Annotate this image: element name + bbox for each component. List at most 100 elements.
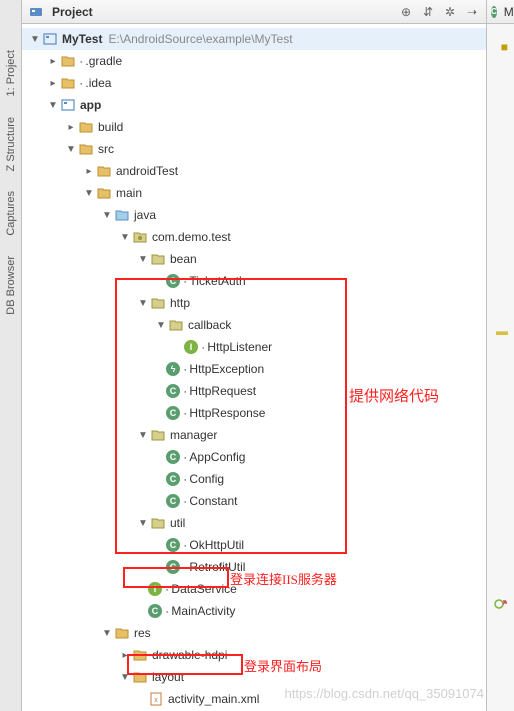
chevron-down-icon[interactable]: ▼ xyxy=(154,318,168,332)
class-icon: C xyxy=(166,472,180,486)
expand-icon[interactable]: ⇵ xyxy=(420,4,436,20)
interface-icon: I xyxy=(148,582,162,596)
tab-structure[interactable]: Z Structure xyxy=(3,107,19,181)
tree-row-main[interactable]: ▼ main xyxy=(22,182,486,204)
chevron-down-icon[interactable]: ▼ xyxy=(100,208,114,222)
resource-folder-icon xyxy=(114,625,130,641)
tree-row-httplistener[interactable]: I ● HttpListener xyxy=(22,336,486,358)
chevron-right-icon[interactable]: ▸ xyxy=(82,164,96,178)
vcs-marker-icon[interactable] xyxy=(494,597,508,611)
annotation-text-login: 登录连接IIS服务器 xyxy=(230,569,337,588)
tree-row-java[interactable]: ▼ java xyxy=(22,204,486,226)
tree-row-package[interactable]: ▼ com.demo.test xyxy=(22,226,486,248)
project-toolbar: ⊕ ⇵ ✲ ➝ xyxy=(398,4,480,20)
class-icon: C xyxy=(166,560,180,574)
class-icon: C xyxy=(166,494,180,508)
chevron-down-icon[interactable]: ▼ xyxy=(136,252,150,266)
tab-project[interactable]: 1: Project xyxy=(3,40,19,107)
tree-row-res[interactable]: ▼ res xyxy=(22,622,486,644)
chevron-down-icon[interactable]: ▼ xyxy=(118,230,132,244)
package-icon xyxy=(168,317,184,333)
chevron-down-icon[interactable]: ▼ xyxy=(46,98,60,112)
target-icon[interactable]: ⊕ xyxy=(398,4,414,20)
tree-row-gradle[interactable]: ▸ ● .gradle xyxy=(22,50,486,72)
tree-row-bean[interactable]: ▼ bean xyxy=(22,248,486,270)
editor-tab-main[interactable]: C Mai xyxy=(487,0,514,24)
chevron-down-icon[interactable]: ▼ xyxy=(136,296,150,310)
package-icon xyxy=(150,295,166,311)
annotation-text-network: 提供网络代码 xyxy=(349,385,439,406)
warning-marker[interactable]: ▬ xyxy=(496,324,508,338)
class-icon: C xyxy=(166,450,180,464)
tree-row-util[interactable]: ▼ util xyxy=(22,512,486,534)
class-icon: C xyxy=(491,6,497,18)
tree-row-androidtest[interactable]: ▸ androidTest xyxy=(22,160,486,182)
chevron-down-icon[interactable]: ▼ xyxy=(82,186,96,200)
tree-row-constant[interactable]: C ● Constant xyxy=(22,490,486,512)
right-editor-strip: C Mai ■ ▬ xyxy=(486,0,514,711)
module-icon xyxy=(60,97,76,113)
interface-icon: I xyxy=(184,340,198,354)
folder-icon xyxy=(96,163,112,179)
class-icon: C xyxy=(148,604,162,618)
project-tab-bar: Project ⊕ ⇵ ✲ ➝ xyxy=(22,0,486,24)
tab-captures[interactable]: Captures xyxy=(3,181,19,246)
package-icon xyxy=(132,229,148,245)
tab-db-browser[interactable]: DB Browser xyxy=(3,246,19,325)
class-icon: C xyxy=(166,384,180,398)
svg-text:x: x xyxy=(154,697,158,704)
package-icon xyxy=(150,427,166,443)
project-name: MyTest xyxy=(62,32,102,46)
project-panel: Project ⊕ ⇵ ✲ ➝ ▼ MyTest E:\AndroidSourc… xyxy=(22,0,486,711)
folder-icon xyxy=(60,53,76,69)
class-icon: C xyxy=(166,406,180,420)
chevron-down-icon[interactable]: ▼ xyxy=(64,142,78,156)
tree-row-config[interactable]: C ● Config xyxy=(22,468,486,490)
exception-icon: ϟ xyxy=(166,362,180,376)
resource-folder-icon xyxy=(132,647,148,663)
chevron-down-icon[interactable]: ▼ xyxy=(136,516,150,530)
warning-marker[interactable]: ■ xyxy=(501,40,508,54)
left-tool-window-tabs: 1: Project Z Structure Captures DB Brows… xyxy=(0,0,22,711)
tree-row-manager[interactable]: ▼ manager xyxy=(22,424,486,446)
chevron-right-icon[interactable]: ▸ xyxy=(118,648,132,662)
xml-file-icon: x xyxy=(148,691,164,707)
tree-row-callback[interactable]: ▼ callback xyxy=(22,314,486,336)
tree-row-ticketauth[interactable]: C ● TicketAuth xyxy=(22,270,486,292)
tree-row-root[interactable]: ▼ MyTest E:\AndroidSource\example\MyTest xyxy=(22,28,486,50)
folder-icon xyxy=(60,75,76,91)
package-icon xyxy=(150,515,166,531)
project-tree[interactable]: ▼ MyTest E:\AndroidSource\example\MyTest… xyxy=(22,24,486,711)
tree-row-idea[interactable]: ▸ ● .idea xyxy=(22,72,486,94)
tree-row-build[interactable]: ▸ build xyxy=(22,116,486,138)
module-icon xyxy=(42,31,58,47)
chevron-down-icon[interactable]: ▼ xyxy=(136,428,150,442)
hide-icon[interactable]: ➝ xyxy=(464,4,480,20)
class-icon: C xyxy=(166,274,180,288)
gear-icon[interactable]: ✲ xyxy=(442,4,458,20)
tree-row-appconfig[interactable]: C ● AppConfig xyxy=(22,446,486,468)
tree-row-src[interactable]: ▼ src xyxy=(22,138,486,160)
tree-row-httpexception[interactable]: ϟ ● HttpException xyxy=(22,358,486,380)
tree-row-activity-main[interactable]: x activity_main.xml xyxy=(22,688,486,710)
chevron-right-icon[interactable]: ▸ xyxy=(46,76,60,90)
chevron-right-icon[interactable]: ▸ xyxy=(64,120,78,134)
tree-row-app[interactable]: ▼ app xyxy=(22,94,486,116)
package-icon xyxy=(150,251,166,267)
project-path: E:\AndroidSource\example\MyTest xyxy=(108,32,292,46)
tree-row-mainactivity[interactable]: C ● MainActivity xyxy=(22,600,486,622)
annotation-text-layout: 登录界面布局 xyxy=(244,656,322,675)
folder-icon xyxy=(78,141,94,157)
folder-icon xyxy=(96,185,112,201)
chevron-down-icon[interactable]: ▼ xyxy=(28,32,42,46)
chevron-right-icon[interactable]: ▸ xyxy=(46,54,60,68)
tree-row-okhttputil[interactable]: C ● OkHttpUtil xyxy=(22,534,486,556)
source-folder-icon xyxy=(114,207,130,223)
project-tab[interactable]: Project xyxy=(28,4,93,20)
resource-folder-icon xyxy=(132,669,148,685)
project-view-icon xyxy=(28,4,44,20)
tree-row-http[interactable]: ▼ http xyxy=(22,292,486,314)
chevron-down-icon[interactable]: ▼ xyxy=(100,626,114,640)
class-icon: C xyxy=(166,538,180,552)
chevron-down-icon[interactable]: ▼ xyxy=(118,670,132,684)
